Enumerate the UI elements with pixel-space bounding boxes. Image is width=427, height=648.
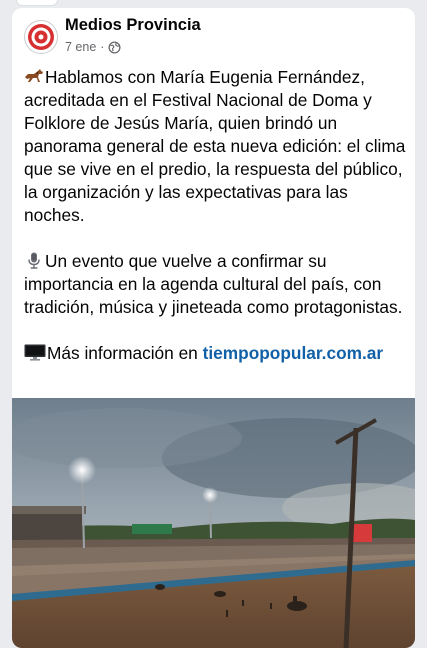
post-date[interactable]: 7 ene — [65, 40, 96, 54]
paragraph-text: Un evento que vuelve a confirmar su impo… — [24, 251, 403, 317]
post-header: Medios Provincia 7 ene · — [12, 8, 415, 66]
post-paragraph: Más información en tiempopopular.com.ar — [24, 342, 409, 365]
desktop-computer-icon — [24, 344, 46, 361]
meta-separator: · — [100, 40, 105, 54]
external-link[interactable]: tiempopopular.com.ar — [203, 343, 384, 363]
post-paragraph: Un evento que vuelve a confirmar su impo… — [24, 250, 409, 319]
previous-card-edge — [16, 0, 58, 6]
paragraph-text: Hablamos con María Eugenia Fernández, ac… — [24, 67, 406, 225]
post-text: Hablamos con María Eugenia Fernández, ac… — [24, 66, 409, 365]
logo-icon — [28, 24, 54, 50]
page-avatar[interactable] — [24, 20, 58, 54]
post-meta: 7 ene · — [65, 40, 121, 54]
globe-icon[interactable] — [108, 40, 121, 54]
page-name[interactable]: Medios Provincia — [65, 16, 201, 35]
paragraph-text: Más información en — [47, 343, 203, 363]
microphone-icon — [28, 252, 40, 269]
post-card: Medios Provincia 7 ene · Hablamos con Ma… — [12, 8, 415, 648]
horse-icon — [25, 69, 43, 82]
rodeo-arena-photo[interactable] — [12, 398, 415, 648]
post-paragraph: Hablamos con María Eugenia Fernández, ac… — [24, 66, 409, 227]
